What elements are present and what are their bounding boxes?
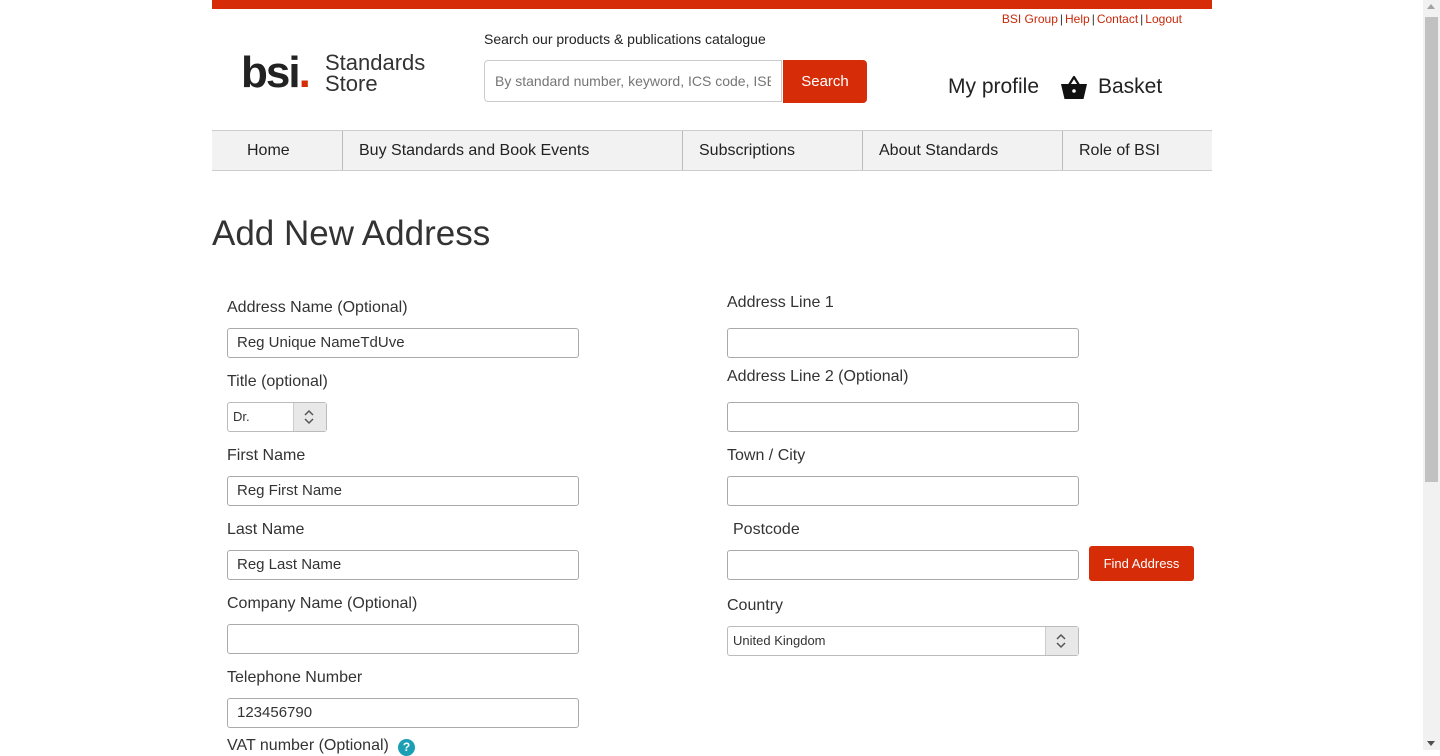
top-accent-bar bbox=[212, 0, 1212, 9]
link-help[interactable]: Help bbox=[1065, 12, 1090, 26]
find-address-button[interactable]: Find Address bbox=[1089, 546, 1194, 581]
telephone-field[interactable]: 123456790 bbox=[227, 698, 579, 728]
nav-home[interactable]: Home bbox=[212, 131, 342, 170]
search-label: Search our products & publications catal… bbox=[484, 31, 766, 47]
company-name-field[interactable] bbox=[227, 624, 579, 654]
basket-icon[interactable] bbox=[1060, 74, 1088, 100]
last-name-label: Last Name bbox=[227, 521, 305, 538]
my-profile-link[interactable]: My profile bbox=[948, 75, 1039, 99]
address-line2-field[interactable] bbox=[727, 402, 1079, 432]
country-label: Country bbox=[727, 597, 784, 614]
nav-subscriptions[interactable]: Subscriptions bbox=[682, 131, 862, 170]
logo-mark: bsi bbox=[241, 48, 301, 97]
link-bsi-group[interactable]: BSI Group bbox=[1002, 12, 1058, 26]
search-button[interactable]: Search bbox=[783, 60, 867, 103]
logo-text-line2: Store bbox=[325, 71, 378, 96]
basket-link[interactable]: Basket bbox=[1098, 75, 1162, 99]
logo-text-line1: Standards bbox=[325, 50, 426, 75]
nav-role-of-bsi[interactable]: Role of BSI bbox=[1062, 131, 1212, 170]
chevron-updown-icon bbox=[1045, 627, 1078, 655]
town-city-label: Town / City bbox=[727, 447, 806, 464]
main-nav: Home Buy Standards and Book Events Subsc… bbox=[212, 130, 1212, 171]
company-name-label: Company Name (Optional) bbox=[227, 595, 418, 612]
nav-about-standards[interactable]: About Standards bbox=[862, 131, 1062, 170]
address-line1-field[interactable] bbox=[727, 328, 1079, 358]
logo-dot: . bbox=[298, 48, 311, 97]
title-select[interactable]: Dr. bbox=[227, 402, 327, 432]
title-select-value: Dr. bbox=[233, 409, 250, 424]
page-scrollbar[interactable] bbox=[1423, 0, 1440, 750]
search-input[interactable] bbox=[484, 60, 782, 102]
address-line1-label: Address Line 1 bbox=[727, 294, 834, 311]
logo-text: Standards Store bbox=[325, 50, 426, 96]
scroll-up-arrow-icon[interactable] bbox=[1427, 4, 1435, 9]
utility-links: BSI Group | Help | Contact | Logout bbox=[1001, 12, 1182, 26]
title-label: Title (optional) bbox=[227, 373, 328, 390]
postcode-label: Postcode bbox=[733, 521, 800, 538]
address-line2-label: Address Line 2 (Optional) bbox=[727, 368, 909, 385]
first-name-label: First Name bbox=[227, 447, 306, 464]
scroll-down-arrow-icon[interactable] bbox=[1427, 741, 1435, 746]
vat-number-label: VAT number (Optional) bbox=[227, 737, 389, 754]
first-name-field[interactable]: Reg First Name bbox=[227, 476, 579, 506]
page: BSI Group | Help | Contact | Logout bsi. Stand… bbox=[212, 0, 1212, 756]
help-icon[interactable]: ? bbox=[398, 739, 415, 756]
page-title: Add New Address bbox=[212, 214, 491, 253]
scroll-thumb[interactable] bbox=[1425, 17, 1438, 482]
town-city-field[interactable] bbox=[727, 476, 1079, 506]
chevron-updown-icon bbox=[293, 403, 326, 431]
country-select[interactable]: United Kingdom bbox=[727, 626, 1079, 656]
link-logout[interactable]: Logout bbox=[1145, 12, 1182, 26]
last-name-field[interactable]: Reg Last Name bbox=[227, 550, 579, 580]
address-name-label: Address Name (Optional) bbox=[227, 299, 408, 316]
address-name-field[interactable]: Reg Unique NameTdUve bbox=[227, 328, 579, 358]
postcode-field[interactable] bbox=[727, 550, 1079, 580]
nav-buy-standards[interactable]: Buy Standards and Book Events bbox=[342, 131, 682, 170]
telephone-label: Telephone Number bbox=[227, 669, 363, 686]
link-contact[interactable]: Contact bbox=[1097, 12, 1138, 26]
country-select-value: United Kingdom bbox=[733, 633, 826, 648]
